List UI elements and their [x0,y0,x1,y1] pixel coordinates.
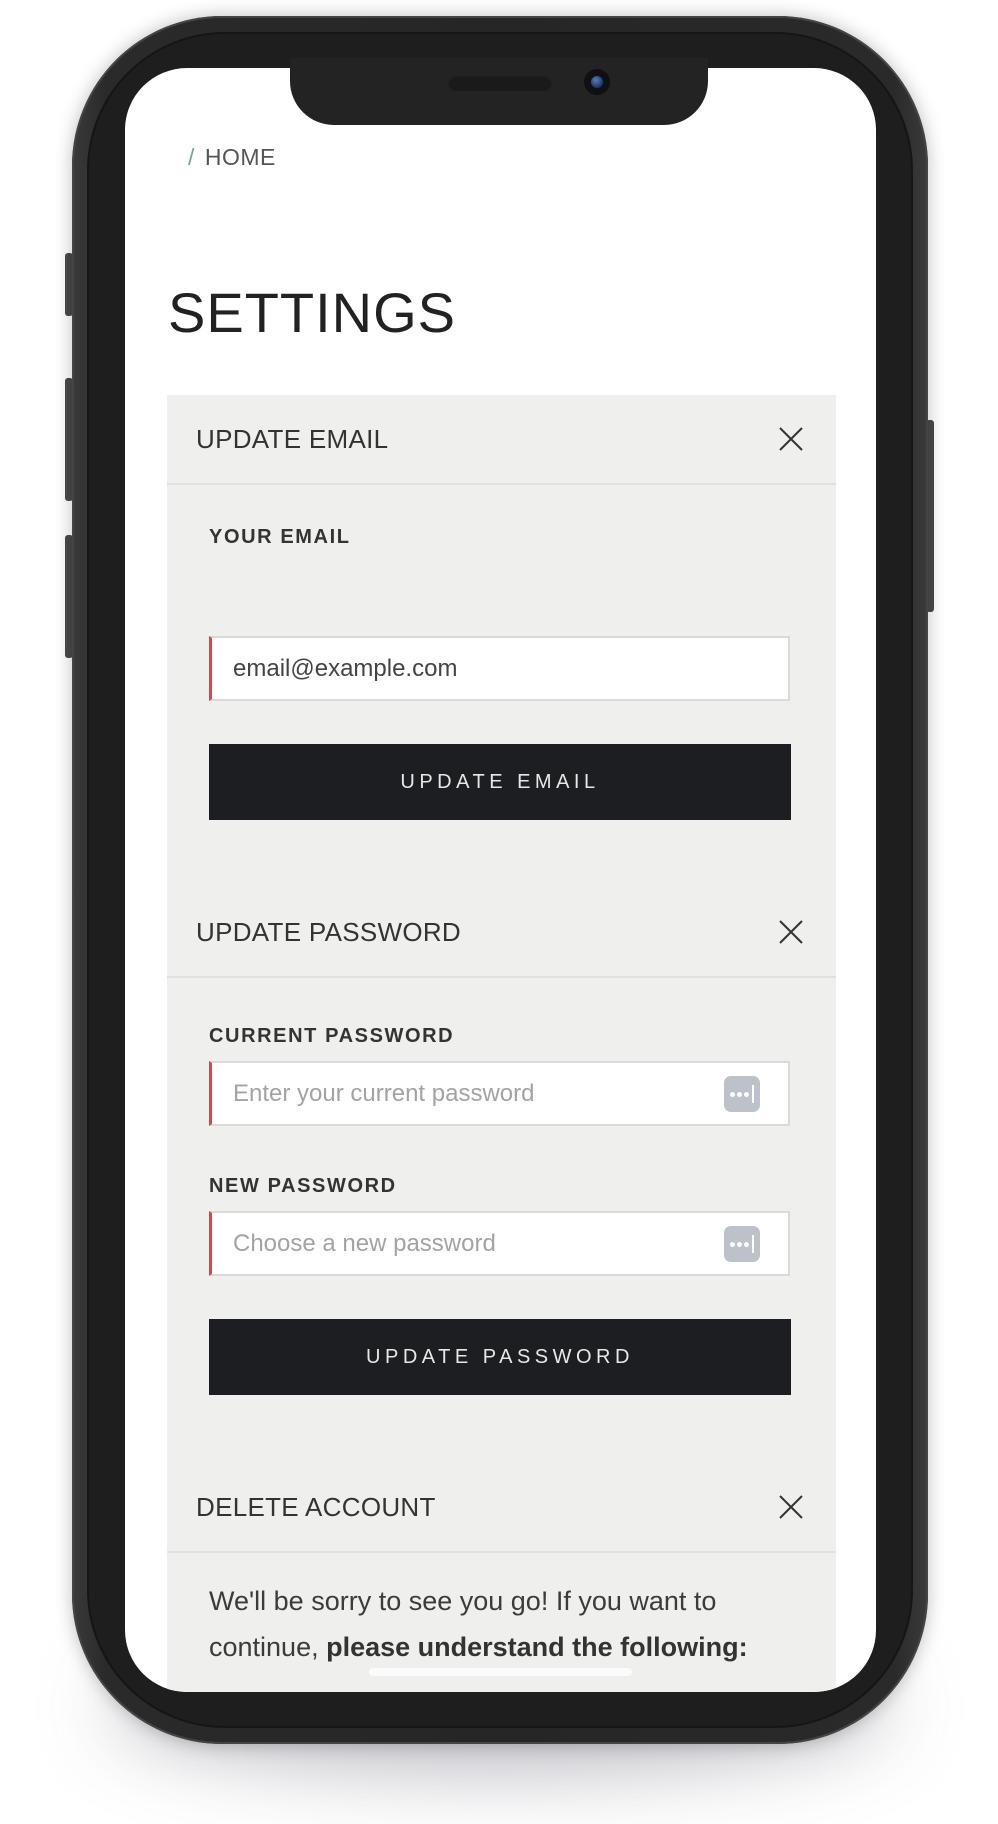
breadcrumb: / HOME [188,144,276,171]
delete-warning-emphasis: please understand the following: [326,1632,748,1662]
update-password-button[interactable]: UPDATE PASSWORD [209,1319,791,1395]
update-password-header[interactable]: UPDATE PASSWORD [167,888,836,978]
email-field-label: YOUR EMAIL [209,526,351,548]
settings-panel: UPDATE EMAIL YOUR EMAIL UPDATE EMAIL UPD… [167,395,836,1692]
home-indicator[interactable] [369,1668,632,1676]
delete-account-header[interactable]: DELETE ACCOUNT [167,1463,836,1553]
device-notch [290,58,708,125]
front-camera-icon [584,69,610,95]
close-icon[interactable] [778,426,804,452]
close-icon[interactable] [778,919,804,945]
email-field[interactable] [209,636,790,701]
current-password-label: CURRENT PASSWORD [209,1025,455,1047]
delete-account-warning: We'll be sorry to see you go! If you wan… [209,1578,799,1670]
device-screen: / HOME SETTINGS UPDATE EMAIL YOUR EMAIL U… [125,68,876,1692]
breadcrumb-home-link[interactable]: HOME [205,144,276,170]
password-autofill-icon[interactable] [724,1076,760,1112]
new-password-label: NEW PASSWORD [209,1175,397,1197]
update-password-title: UPDATE PASSWORD [196,917,462,947]
update-email-title: UPDATE EMAIL [196,424,389,454]
new-password-field[interactable] [209,1211,790,1276]
close-icon[interactable] [778,1494,804,1520]
update-email-button[interactable]: UPDATE EMAIL [209,744,791,820]
update-email-header[interactable]: UPDATE EMAIL [167,395,836,485]
delete-account-title: DELETE ACCOUNT [196,1492,436,1522]
current-password-field[interactable] [209,1061,790,1126]
speaker-grille [448,75,552,91]
password-autofill-icon[interactable] [724,1226,760,1262]
breadcrumb-separator: / [188,144,195,170]
page-title: SETTINGS [168,281,457,344]
